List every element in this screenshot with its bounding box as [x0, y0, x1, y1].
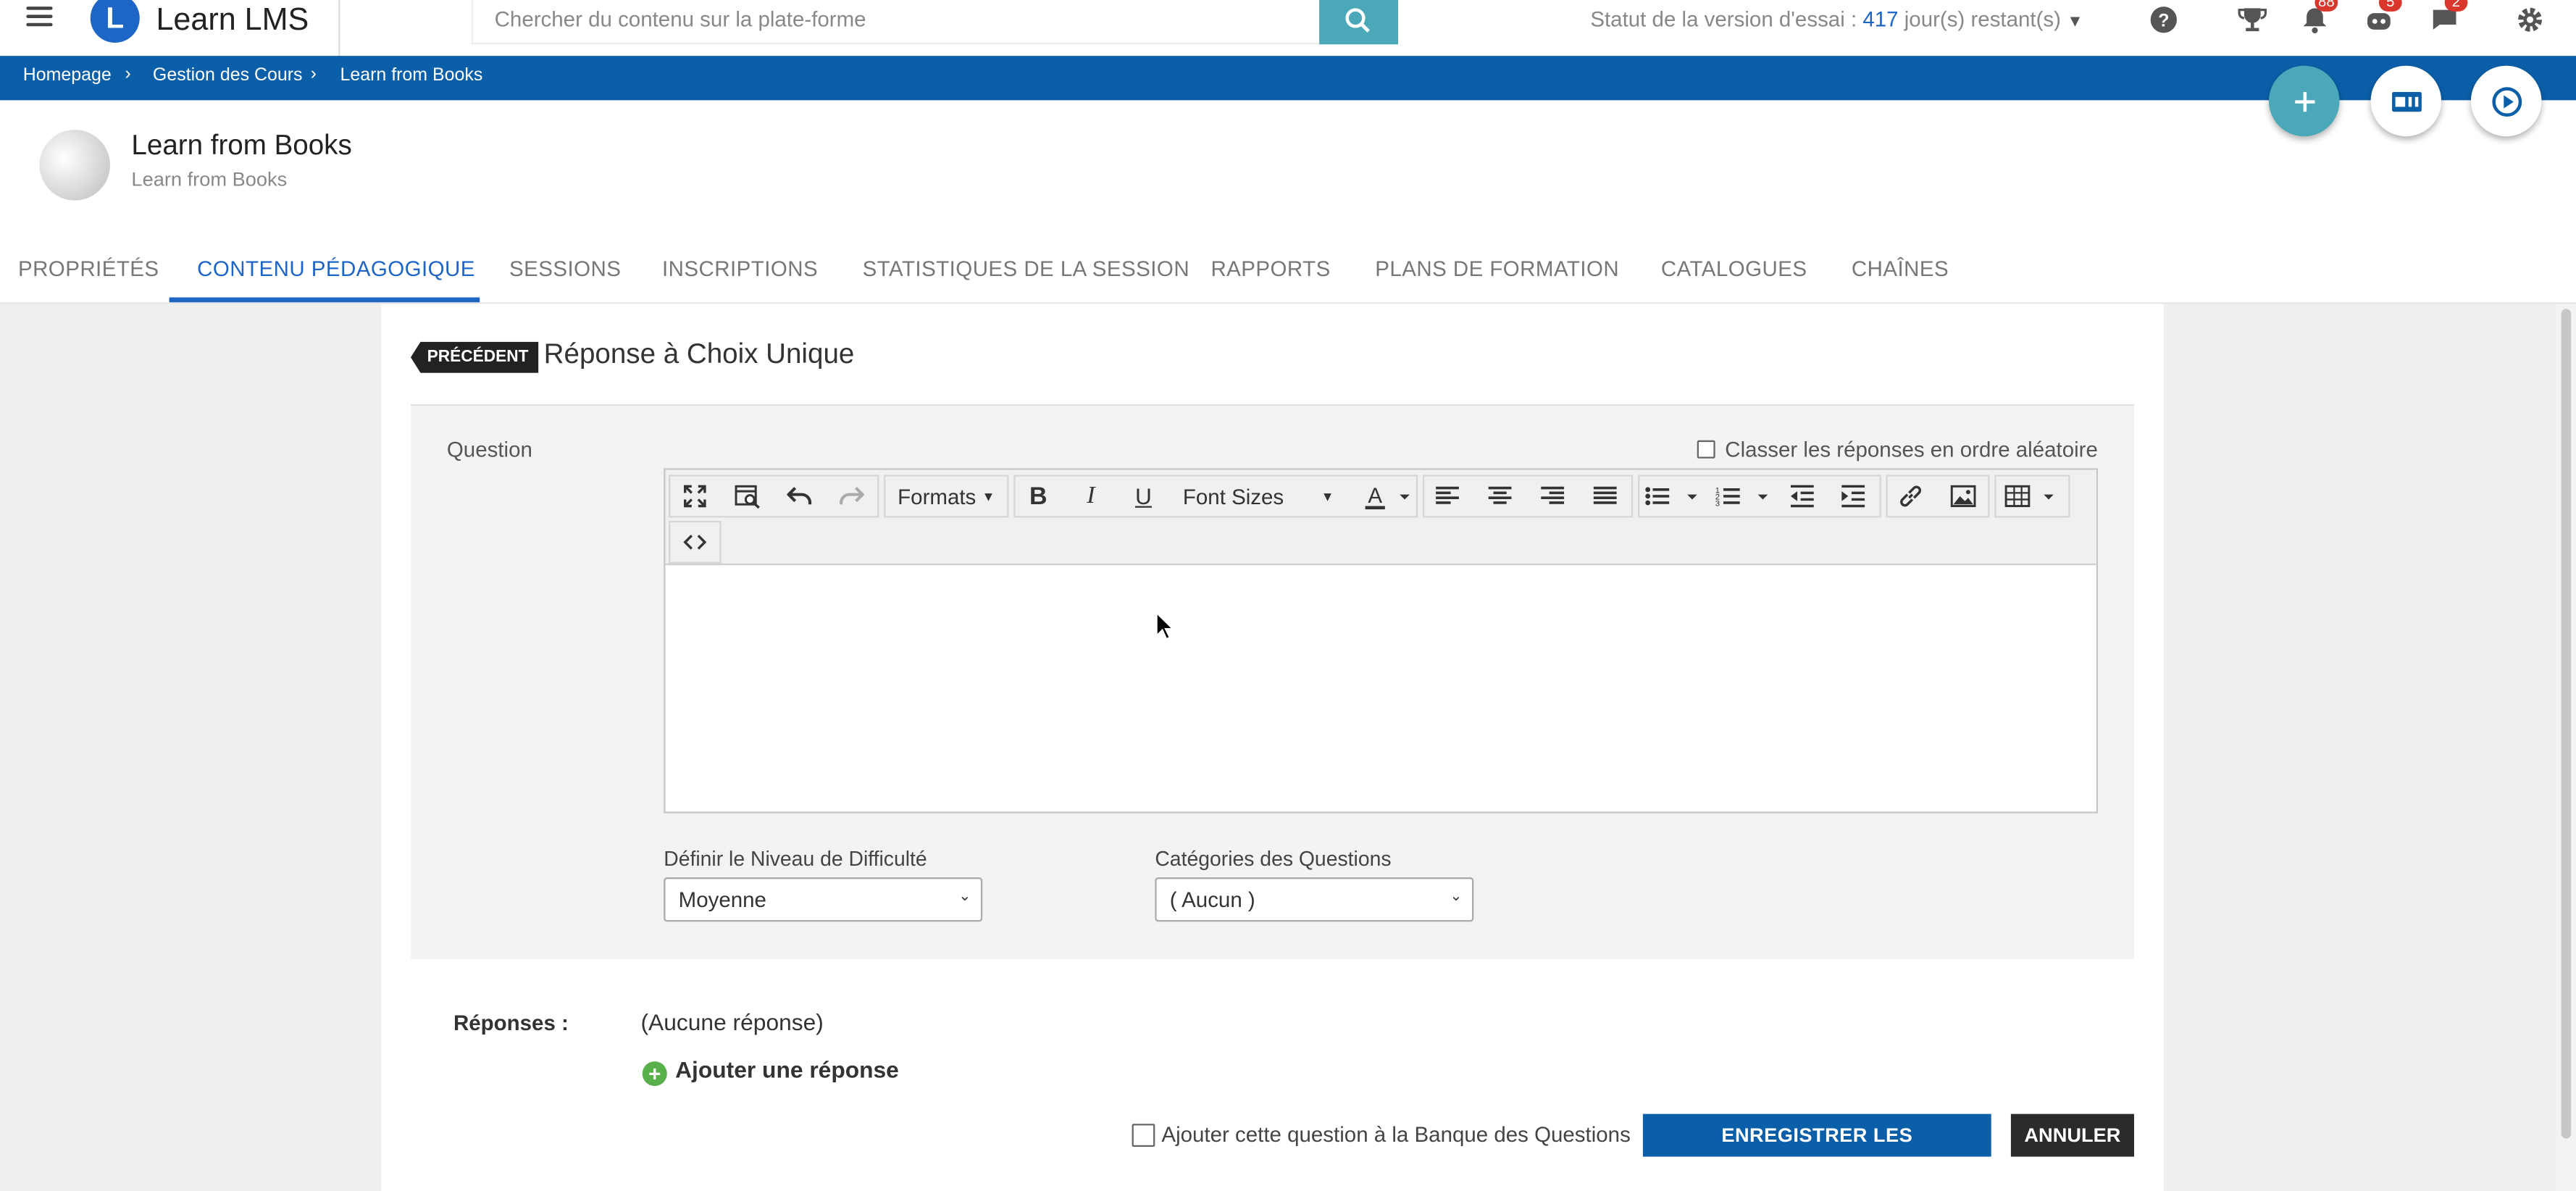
- random-order-label: Classer les réponses en ordre aléatoire: [1725, 437, 2098, 462]
- caret-down-icon: ▼: [982, 488, 995, 504]
- search-icon: [1345, 8, 1370, 33]
- link-icon[interactable]: [1893, 478, 1929, 514]
- plus-icon: [2294, 91, 2314, 112]
- question-label: Question: [446, 437, 532, 462]
- gear-icon[interactable]: [2515, 5, 2545, 35]
- mouse-cursor-icon: [1155, 611, 1176, 649]
- source-code-icon[interactable]: [677, 524, 713, 560]
- chevron-right-icon: ›: [310, 64, 317, 84]
- tab-reports[interactable]: RAPPORTS: [1210, 256, 1330, 281]
- search-button[interactable]: [1319, 0, 1398, 45]
- image-icon[interactable]: [1945, 478, 1981, 514]
- chevron-right-icon: ›: [125, 64, 131, 84]
- app-name[interactable]: Learn LMS: [156, 4, 309, 40]
- difficulty-select[interactable]: Moyenne ⌄: [664, 877, 983, 922]
- active-tab-indicator: [169, 297, 480, 303]
- category-select[interactable]: ( Aucun ) ⌄: [1155, 877, 1474, 922]
- trophy-icon[interactable]: [2238, 5, 2267, 35]
- tab-enrollments[interactable]: INSCRIPTIONS: [662, 256, 818, 281]
- svg-text:?: ?: [2158, 10, 2169, 30]
- notification-badge: 88: [2314, 0, 2338, 12]
- chat-icon[interactable]: 2: [2430, 0, 2468, 35]
- trial-status[interactable]: Statut de la version d'essai : 417 jour(…: [1590, 7, 2083, 31]
- add-button[interactable]: [2268, 65, 2340, 137]
- trial-suffix: jour(s) restant(s): [1898, 7, 2062, 32]
- font-sizes-dropdown[interactable]: Font Sizes ▼: [1173, 478, 1340, 514]
- preview-icon[interactable]: [729, 478, 766, 514]
- text-color-icon[interactable]: A: [1357, 478, 1413, 514]
- formats-dropdown[interactable]: Formats ▼: [889, 478, 1004, 514]
- bell-icon[interactable]: 88: [2300, 0, 2338, 35]
- chevron-down-icon: ⌄: [1450, 887, 1463, 904]
- course-subtitle: Learn from Books: [131, 167, 288, 191]
- catalog-button[interactable]: [2370, 65, 2442, 137]
- font-sizes-label: Font Sizes: [1182, 483, 1284, 509]
- question-type-title: Réponse à Choix Unique: [543, 338, 855, 370]
- plus-circle-icon: +: [642, 1061, 667, 1087]
- answers-empty: (Aucune réponse): [640, 1008, 824, 1035]
- tab-bar: PROPRIÉTÉS CONTENU PÉDAGOGIQUE SESSIONS …: [0, 246, 2576, 304]
- robot-icon[interactable]: 5: [2364, 0, 2402, 35]
- formats-label: Formats: [898, 483, 977, 509]
- chevron-down-icon: ▼: [2067, 13, 2083, 32]
- random-order-option[interactable]: Classer les réponses en ordre aléatoire: [1697, 437, 2098, 461]
- tab-sessions[interactable]: SESSIONS: [509, 256, 621, 281]
- divider: [338, 0, 340, 57]
- align-justify-icon[interactable]: [1587, 478, 1623, 514]
- tab-training-plans[interactable]: PLANS DE FORMATION: [1375, 256, 1619, 281]
- save-button[interactable]: ENREGISTRER LES MODIFICATIONS: [1642, 1113, 1991, 1190]
- cancel-button[interactable]: ANNULER: [2010, 1113, 2135, 1157]
- outdent-icon[interactable]: [1784, 478, 1820, 514]
- indent-icon[interactable]: [1835, 478, 1871, 514]
- align-right-icon[interactable]: [1534, 478, 1571, 514]
- menu-icon[interactable]: [26, 7, 53, 30]
- chevron-down-icon: ⌄: [958, 887, 971, 904]
- bold-icon[interactable]: B: [1020, 478, 1056, 514]
- tab-statistics[interactable]: STATISTIQUES DE LA SESSION: [863, 256, 1189, 281]
- add-answer-label: Ajouter une réponse: [675, 1056, 899, 1083]
- help-icon[interactable]: ?: [2149, 5, 2178, 35]
- difficulty-value: Moyenne: [678, 887, 766, 912]
- course-title: Learn from Books: [131, 130, 352, 162]
- question-bank-label: Ajouter cette question à la Banque des Q…: [1161, 1121, 1631, 1147]
- table-icon[interactable]: [1999, 478, 2065, 514]
- random-order-checkbox[interactable]: [1697, 440, 1715, 459]
- scrollbar-thumb[interactable]: [2561, 309, 2572, 1139]
- caret-down-icon: ▼: [1321, 488, 1334, 504]
- question-bank-option[interactable]: Ajouter cette question à la Banque des Q…: [1132, 1122, 1631, 1147]
- add-answer-button[interactable]: + Ajouter une réponse: [642, 1056, 899, 1087]
- align-left-icon[interactable]: [1429, 478, 1465, 514]
- difficulty-label: Définir le Niveau de Difficulté: [664, 848, 927, 871]
- numbered-list-icon[interactable]: 123: [1713, 478, 1773, 514]
- trial-days: 417: [1862, 7, 1899, 32]
- tab-channels[interactable]: CHAÎNES: [1852, 256, 1949, 281]
- tab-properties[interactable]: PROPRIÉTÉS: [18, 256, 159, 281]
- bullet-list-icon[interactable]: [1643, 478, 1702, 514]
- search-input[interactable]: Chercher du contenu sur la plate-forme: [471, 0, 1323, 45]
- breadcrumb-item[interactable]: Homepage: [23, 66, 112, 85]
- breadcrumb-item[interactable]: Learn from Books: [340, 66, 482, 85]
- course-avatar: [39, 130, 110, 201]
- fullscreen-icon[interactable]: [677, 478, 713, 514]
- svg-text:A: A: [1368, 484, 1382, 508]
- align-center-icon[interactable]: [1482, 478, 1518, 514]
- tab-content[interactable]: CONTENU PÉDAGOGIQUE: [197, 256, 475, 281]
- answers-label: Réponses :: [453, 1010, 569, 1035]
- question-bank-checkbox[interactable]: [1132, 1124, 1155, 1147]
- svg-text:3: 3: [1715, 500, 1720, 508]
- category-label: Catégories des Questions: [1155, 848, 1392, 871]
- trial-prefix: Statut de la version d'essai :: [1590, 7, 1863, 32]
- previous-button[interactable]: PRÉCÉDENT: [410, 341, 539, 373]
- id-card-icon: [2391, 91, 2421, 112]
- italic-icon[interactable]: I: [1073, 478, 1109, 514]
- undo-icon[interactable]: [782, 478, 819, 514]
- breadcrumb-item[interactable]: Gestion des Cours: [153, 66, 303, 85]
- editor-content-area[interactable]: [665, 567, 2096, 811]
- play-button[interactable]: [2470, 65, 2542, 137]
- underline-icon[interactable]: U: [1126, 478, 1162, 514]
- redo-icon[interactable]: [833, 478, 869, 514]
- play-circle-icon: [2491, 86, 2522, 116]
- category-value: ( Aucun ): [1169, 887, 1255, 912]
- tab-catalogs[interactable]: CATALOGUES: [1661, 256, 1807, 281]
